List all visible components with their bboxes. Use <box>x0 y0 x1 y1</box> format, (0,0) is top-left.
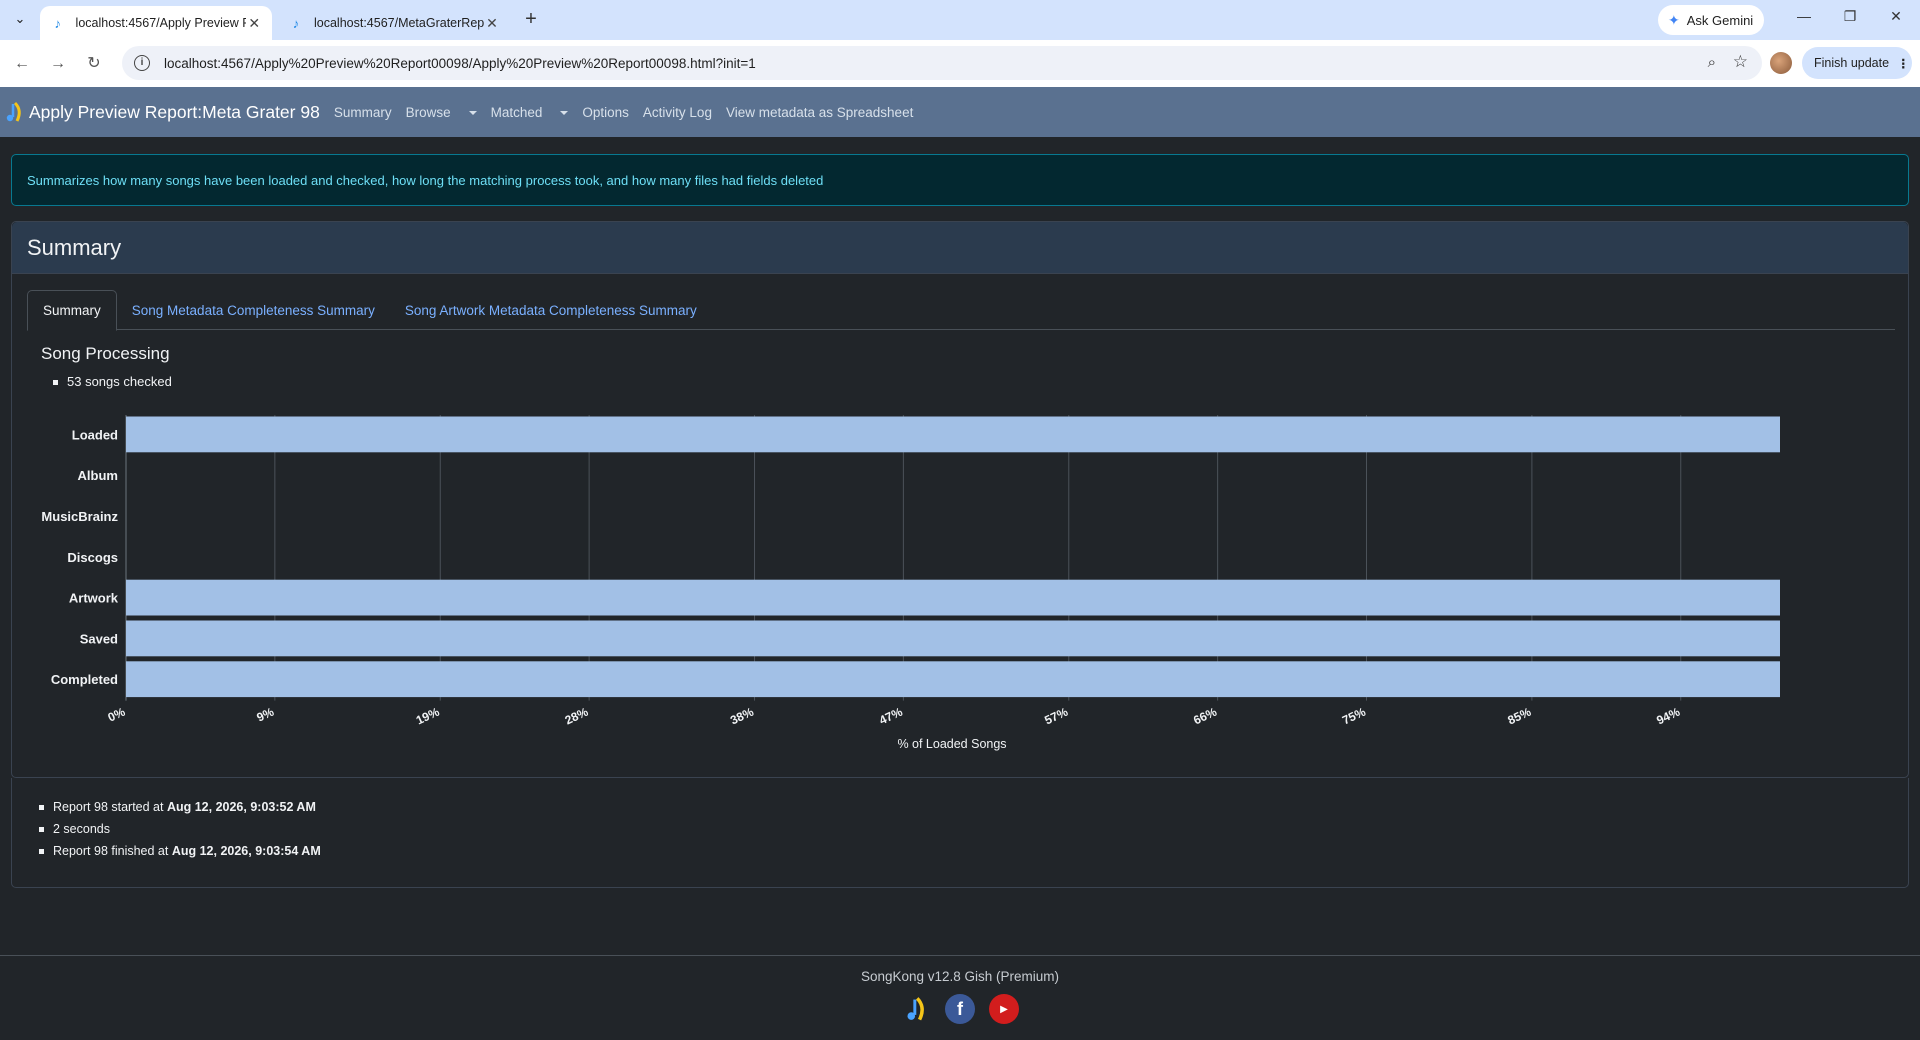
restore-icon[interactable]: ❐ <box>1838 8 1862 25</box>
footer: SongKong v12.8 Gish (Premium) f ▶ <box>0 955 1920 1040</box>
browser-toolbar: ← → ↻ i localhost:4567/Apply%20Preview%2… <box>0 40 1920 87</box>
nav-matched-label: Matched <box>490 104 543 120</box>
report-duration: 2 seconds <box>39 818 321 840</box>
nav-browse[interactable]: Browse <box>406 105 477 120</box>
nav-summary[interactable]: Summary <box>334 105 392 120</box>
card-title: Summary <box>12 222 1908 274</box>
bar-loaded <box>126 416 1780 453</box>
section-title: Song Processing <box>41 344 170 363</box>
x-tick-label: 75% <box>1340 704 1368 727</box>
bookmark-star-icon[interactable]: ☆ <box>1733 52 1748 72</box>
chart-y-labels: Loaded Album MusicBrainz Discogs Artwork Save… <box>41 427 118 687</box>
music-note-icon: ♪ <box>54 15 62 31</box>
tab-title: localhost:4567/Apply Preview R <box>75 16 247 30</box>
song-processing-chart: Loaded Album MusicBrainz Discogs Artwork Save… <box>41 415 1780 751</box>
summary-card: Summary Summary Song Metadata Completene… <box>11 221 1909 778</box>
x-tick-label: 19% <box>414 704 442 727</box>
chart-x-axis-label: % of Loaded Songs <box>897 737 1006 751</box>
finish-update-label: Finish update <box>1814 56 1890 70</box>
x-tick-label: 0% <box>106 704 128 724</box>
y-label-completed: Completed <box>51 672 118 687</box>
ask-gemini-label: Ask Gemini <box>1686 12 1754 28</box>
caret-down-icon <box>560 110 569 115</box>
y-label-artwork: Artwork <box>69 591 119 606</box>
site-info-icon[interactable]: i <box>134 55 150 71</box>
section-list: 53 songs checked <box>53 374 172 389</box>
browser-tab-active[interactable]: ♪ localhost:4567/Apply Preview R ✕ <box>40 6 272 40</box>
started-prefix: Report 98 started at <box>53 800 167 814</box>
started-at: Aug 12, 2026, 9:03:52 AM <box>166 800 316 814</box>
x-tick-label: 9% <box>254 704 276 724</box>
songkong-icon[interactable] <box>901 994 931 1024</box>
music-note-icon: ♪ <box>292 15 300 31</box>
chart-grid <box>125 415 1682 701</box>
x-tick-label: 47% <box>877 704 905 727</box>
y-label-loaded: Loaded <box>72 427 118 442</box>
facebook-icon[interactable]: f <box>945 994 975 1024</box>
list-item: 53 songs checked <box>53 374 172 389</box>
brand-title: Apply Preview Report:Meta Grater 98 <box>29 101 320 122</box>
close-icon[interactable]: ✕ <box>484 15 500 32</box>
finished-prefix: Report 98 finished at <box>53 844 172 858</box>
profile-avatar[interactable] <box>1770 52 1792 74</box>
minimize-icon[interactable]: — <box>1792 8 1816 24</box>
x-tick-label: 66% <box>1191 704 1219 727</box>
bar-saved <box>126 620 1780 657</box>
back-arrow-icon[interactable]: ← <box>10 52 34 76</box>
chart-x-ticks: 0% 9% 19% 28% 38% 47% 57% 66% 75% 85% 94% <box>106 704 1683 727</box>
x-tick-label: 38% <box>728 704 756 727</box>
more-menu-icon: ⋮ <box>1897 56 1910 71</box>
info-alert: Summarizes how many songs have been load… <box>11 154 1909 206</box>
finish-update-button[interactable]: Finish update ⋮ <box>1802 47 1912 79</box>
window-close-icon[interactable]: ✕ <box>1884 8 1908 25</box>
y-label-discogs: Discogs <box>67 550 118 565</box>
tab-song-metadata-completeness[interactable]: Song Metadata Completeness Summary <box>117 290 390 330</box>
tab-title: localhost:4567/MetaGraterRep <box>313 16 485 30</box>
x-tick-label: 28% <box>563 704 591 727</box>
nav-matched[interactable]: Matched <box>491 105 569 120</box>
report-timing-card: Report 98 started at Aug 12, 2026, 9:03:… <box>11 778 1909 888</box>
summary-tabs: Summary Song Metadata Completeness Summa… <box>27 290 1895 331</box>
nav-browse-label: Browse <box>405 104 451 120</box>
version-text: SongKong v12.8 Gish (Premium) <box>860 969 1060 984</box>
report-started: Report 98 started at Aug 12, 2026, 9:03:… <box>39 796 321 818</box>
tab-search-icon[interactable]: ⌄ <box>8 7 32 31</box>
browser-tab[interactable]: ♪ localhost:4567/MetaGraterRep ✕ <box>278 6 510 40</box>
x-tick-label: 57% <box>1042 704 1070 727</box>
ask-gemini-button[interactable]: ✦ Ask Gemini <box>1658 5 1764 35</box>
address-bar[interactable]: i localhost:4567/Apply%20Preview%20Repor… <box>122 46 1762 80</box>
tab-song-artwork-completeness[interactable]: Song Artwork Metadata Completeness Summa… <box>390 290 712 330</box>
reload-icon[interactable]: ↻ <box>82 52 106 76</box>
app-navbar: Apply Preview Report:Meta Grater 98 Summ… <box>0 87 1920 137</box>
x-tick-label: 94% <box>1654 704 1682 727</box>
gemini-sparkle-icon: ✦ <box>1668 11 1680 28</box>
nav-activity-log[interactable]: Activity Log <box>643 105 712 120</box>
duration-text: 2 seconds <box>53 822 110 836</box>
url-text[interactable]: localhost:4567/Apply%20Preview%20Report0… <box>164 56 756 71</box>
caret-down-icon <box>468 110 477 115</box>
browser-tabstrip: ⌄ ♪ localhost:4567/Apply Preview R ✕ ♪ l… <box>0 0 1920 40</box>
nav-options[interactable]: Options <box>582 105 629 120</box>
nav-view-spreadsheet[interactable]: View metadata as Spreadsheet <box>726 105 913 120</box>
finished-at: Aug 12, 2026, 9:03:54 AM <box>171 844 321 858</box>
bar-artwork <box>126 579 1780 616</box>
new-tab-button[interactable]: + <box>520 8 542 30</box>
close-icon[interactable]: ✕ <box>246 15 262 32</box>
x-tick-label: 85% <box>1505 704 1533 727</box>
bar-completed <box>126 661 1780 698</box>
brand[interactable]: Apply Preview Report:Meta Grater 98 <box>3 101 320 123</box>
youtube-icon[interactable]: ▶ <box>989 994 1019 1024</box>
forward-arrow-icon[interactable]: → <box>46 52 70 76</box>
songkong-logo-icon <box>6 101 21 122</box>
y-label-saved: Saved <box>80 631 118 646</box>
y-label-album: Album <box>78 468 118 483</box>
tab-summary[interactable]: Summary <box>27 290 117 331</box>
zoom-icon[interactable]: ⌕ <box>1708 54 1716 71</box>
report-finished: Report 98 finished at Aug 12, 2026, 9:03… <box>39 840 321 862</box>
y-label-musicbrainz: MusicBrainz <box>41 509 118 524</box>
